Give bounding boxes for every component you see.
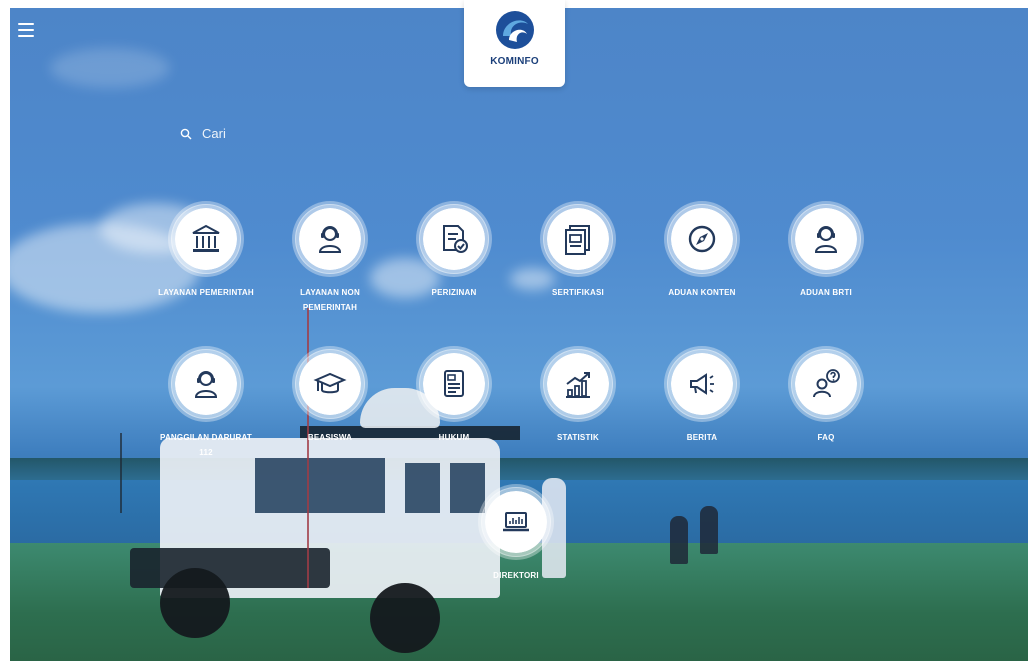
service-layanan-pemerintah[interactable]: LAYANAN PEMERINTAH [151, 204, 261, 300]
service-sertifikasi[interactable]: SERTIFIKASI [523, 204, 633, 300]
operator-headset-icon [318, 226, 342, 253]
user-question-icon [813, 369, 840, 398]
service-label: STATISTIK [557, 433, 599, 442]
service-label: ADUAN BRTI [800, 288, 852, 297]
search-bar[interactable] [180, 126, 402, 141]
service-icon-circle [171, 349, 241, 419]
person [670, 516, 688, 564]
operator-headset-icon [814, 226, 838, 253]
service-label: LAYANAN NON PEMERINTAH [300, 288, 360, 313]
megaphone-icon [690, 373, 714, 395]
service-aduan-konten[interactable]: ADUAN KONTEN [647, 204, 757, 300]
hamburger-menu-icon[interactable] [18, 23, 34, 37]
service-label: BEASISWA [307, 433, 353, 442]
service-panggilan-darurat-112[interactable]: PANGGILAN DARURAT 112 [151, 349, 261, 460]
service-statistik[interactable]: STATISTIK [523, 349, 633, 445]
service-perizinan[interactable]: PERIZINAN [399, 204, 509, 300]
service-beasiswa[interactable]: BEASISWA [275, 349, 385, 445]
service-label: PANGGILAN DARURAT 112 [160, 433, 252, 458]
laptop-chart-icon [503, 512, 529, 532]
pole [120, 433, 122, 513]
growth-chart-icon [566, 372, 590, 398]
service-layanan-non-pemerintah[interactable]: LAYANAN NON PEMERINTAH [275, 204, 385, 315]
service-icon-circle [295, 204, 365, 274]
service-icon-circle [543, 204, 613, 274]
logo-text: KOMINFO [490, 56, 539, 67]
service-label: HUKUM [438, 433, 470, 442]
service-faq[interactable]: FAQ [771, 349, 881, 445]
kominfo-logo[interactable]: KOMINFO [464, 0, 565, 87]
certificate-icon [565, 225, 590, 255]
service-label: BERITA [686, 433, 718, 442]
service-hukum[interactable]: HUKUM [399, 349, 509, 445]
service-icon-circle [481, 487, 551, 557]
license-document-check-icon [443, 225, 468, 253]
service-icon-circle [791, 349, 861, 419]
compass-icon [688, 225, 716, 253]
vehicle-bumper [130, 548, 330, 588]
graduation-cap-icon [313, 372, 347, 394]
search-input[interactable] [202, 126, 402, 141]
service-berita[interactable]: BERITA [647, 349, 757, 445]
service-label: SERTIFIKASI [552, 288, 604, 297]
service-label: LAYANAN PEMERINTAH [158, 288, 254, 297]
service-icon-circle [667, 204, 737, 274]
service-icon-circle [419, 204, 489, 274]
service-aduan-brti[interactable]: ADUAN BRTI [771, 204, 881, 300]
government-building-icon [192, 224, 220, 252]
law-document-icon [444, 370, 464, 397]
service-icon-circle [171, 204, 241, 274]
service-icon-circle [791, 204, 861, 274]
service-direktori[interactable]: DIREKTORI [461, 487, 571, 583]
service-label: ADUAN KONTEN [668, 288, 736, 297]
service-icon-circle [543, 349, 613, 419]
service-label: DIREKTORI [493, 571, 539, 580]
service-icon-circle [295, 349, 365, 419]
person [700, 506, 718, 554]
operator-headset-icon [194, 371, 218, 398]
service-label: FAQ [817, 433, 835, 442]
service-icon-circle [667, 349, 737, 419]
vehicle-wheel [370, 583, 440, 653]
vehicle-wheel [160, 568, 230, 638]
search-icon [180, 128, 192, 139]
service-label: PERIZINAN [431, 288, 477, 297]
service-icon-circle [419, 349, 489, 419]
kominfo-logo-icon [495, 11, 534, 49]
cloud [50, 48, 170, 88]
